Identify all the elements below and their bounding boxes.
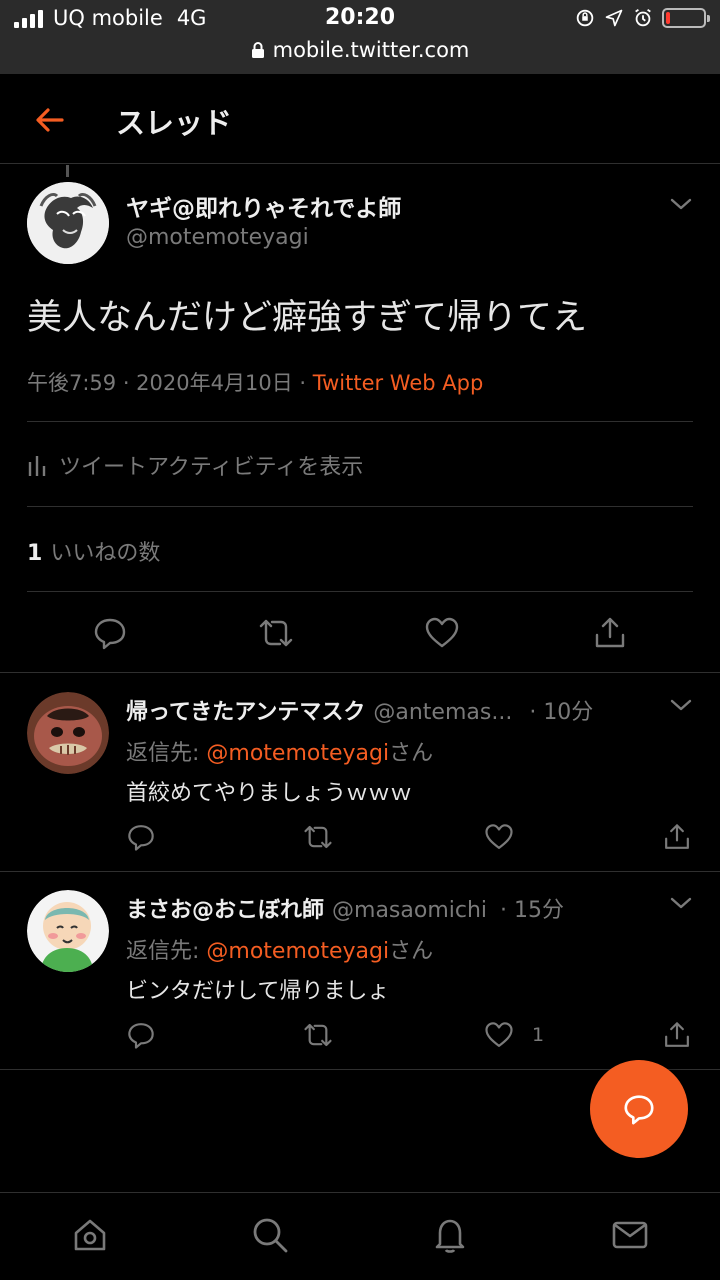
activity-label: ツイートアクティビティを表示	[59, 455, 364, 480]
reply-author-name[interactable]: 帰ってきたアンテマスク	[126, 700, 365, 725]
main-tweet: ヤギ@即れりゃそれでよ師 @motemoteyagi 美人なんだけど癖強すぎて帰…	[0, 165, 720, 673]
likes-label: いいねの数	[50, 541, 161, 566]
reply-header: 帰ってきたアンテマスク @antemas... · 10分	[126, 694, 593, 726]
chevron-down-icon[interactable]	[668, 696, 694, 714]
reply-author-handle[interactable]: @antemas...	[373, 700, 512, 725]
reply-icon	[624, 1095, 654, 1125]
reply-text: 首絞めてやりましょうｗｗｗ	[126, 781, 413, 806]
retweet-icon[interactable]	[258, 615, 294, 651]
status-right	[574, 7, 710, 29]
reply-suffix: さん	[389, 741, 434, 766]
reply-icon[interactable]	[92, 615, 128, 651]
tweet-author-handle[interactable]: @motemoteyagi	[126, 225, 309, 250]
reply-context: 返信先: @motemoteyagiさん	[126, 735, 433, 767]
mention-link[interactable]: @motemoteyagi	[206, 741, 389, 766]
reply-header: まさお@おこぼれ師 @masaomichi · 15分	[126, 892, 564, 924]
tweet-text: 美人なんだけど癖強すぎて帰りてえ	[27, 298, 588, 338]
reply-suffix: さん	[389, 939, 434, 964]
mention-link[interactable]: @motemoteyagi	[206, 939, 389, 964]
chevron-down-icon[interactable]	[668, 195, 694, 213]
divider	[27, 506, 693, 507]
arrow-left-icon[interactable]	[30, 100, 70, 140]
page-title: スレッド	[116, 106, 233, 140]
bottom-nav	[0, 1192, 720, 1280]
avatar[interactable]	[27, 182, 109, 264]
likes-summary[interactable]: 1 いいねの数	[27, 535, 160, 567]
reply-tweet[interactable]: まさお@おこぼれ師 @masaomichi · 15分 返信先: @motemot…	[0, 872, 720, 1070]
rotation-lock-icon	[576, 9, 594, 27]
thread-line	[66, 165, 69, 177]
notifications-icon[interactable]	[430, 1215, 470, 1255]
reply-prefix: 返信先:	[126, 741, 207, 766]
chevron-down-icon[interactable]	[668, 894, 694, 912]
tweet-author-name[interactable]: ヤギ@即れりゃそれでよ師	[126, 189, 401, 223]
divider	[27, 591, 693, 592]
share-icon[interactable]	[662, 1020, 692, 1050]
location-icon	[605, 9, 623, 27]
heart-icon[interactable]	[484, 1020, 514, 1050]
tweet-meta: 午後7:59 · 2020年4月10日 · Twitter Web App	[27, 367, 483, 397]
page-header: スレッド	[0, 74, 720, 164]
reply-context: 返信先: @motemoteyagiさん	[126, 933, 433, 965]
avatar[interactable]	[27, 692, 109, 774]
heart-icon[interactable]	[424, 615, 460, 651]
url-text: mobile.twitter.com	[272, 38, 470, 62]
reply-time[interactable]: · 15分	[500, 898, 564, 923]
compose-reply-button[interactable]	[590, 1060, 688, 1158]
analytics-icon	[28, 456, 46, 476]
alarm-icon	[635, 8, 651, 27]
reply-prefix: 返信先:	[126, 939, 207, 964]
reply-icon[interactable]	[126, 822, 156, 852]
messages-icon[interactable]	[610, 1215, 650, 1255]
like-count: 1	[532, 1024, 545, 1046]
lock-icon	[251, 42, 264, 58]
divider	[27, 421, 693, 422]
tweet-activity-link[interactable]: ツイートアクティビティを表示	[27, 449, 363, 481]
retweet-icon[interactable]	[303, 822, 333, 852]
reply-author-name[interactable]: まさお@おこぼれ師	[126, 898, 324, 923]
reply-text: ビンタだけして帰りましょ	[126, 979, 390, 1004]
battery-icon	[662, 8, 710, 28]
reply-author-handle[interactable]: @masaomichi	[332, 898, 487, 923]
heart-icon[interactable]	[484, 822, 514, 852]
share-icon[interactable]	[662, 822, 692, 852]
tweet-timestamp[interactable]: 午後7:59 · 2020年4月10日 ·	[27, 371, 313, 395]
avatar[interactable]	[27, 890, 109, 972]
address-bar[interactable]: mobile.twitter.com	[0, 38, 720, 62]
tweet-source[interactable]: Twitter Web App	[313, 371, 484, 395]
status-bar: UQ mobile 4G 20:20 mobile.twitter.com	[0, 0, 720, 74]
reply-time[interactable]: · 10分	[529, 700, 593, 725]
retweet-icon[interactable]	[303, 1020, 333, 1050]
home-icon[interactable]	[70, 1215, 110, 1255]
share-icon[interactable]	[592, 615, 628, 651]
search-icon[interactable]	[250, 1215, 290, 1255]
likes-count: 1	[27, 541, 43, 566]
reply-tweet[interactable]: 帰ってきたアンテマスク @antemas... · 10分 返信先: @motem…	[0, 674, 720, 872]
reply-icon[interactable]	[126, 1020, 156, 1050]
